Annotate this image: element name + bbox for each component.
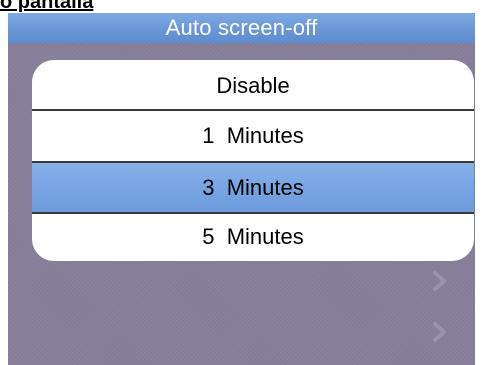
option-disable[interactable]: Disable bbox=[32, 60, 474, 109]
option-label: 3 Minutes bbox=[202, 175, 304, 200]
option-label: Disable bbox=[216, 73, 290, 98]
option-3-minutes[interactable]: 3 Minutes bbox=[32, 161, 474, 212]
chevron-right-icon bbox=[433, 322, 446, 342]
option-label: 5 Minutes bbox=[202, 224, 304, 249]
option-5-minutes[interactable]: 5 Minutes bbox=[32, 212, 474, 261]
document-caption: o pantalla bbox=[0, 0, 94, 13]
chevron-right-icon bbox=[433, 271, 446, 291]
options-list: Disable 1 Minutes 3 Minutes 5 Minutes bbox=[32, 60, 474, 261]
screen-title: Auto screen-off bbox=[8, 13, 475, 43]
option-1-minutes[interactable]: 1 Minutes bbox=[32, 109, 474, 161]
option-label: 1 Minutes bbox=[202, 123, 304, 148]
device-screen: Auto screen-off Disable 1 Minutes 3 Minu… bbox=[8, 13, 475, 365]
